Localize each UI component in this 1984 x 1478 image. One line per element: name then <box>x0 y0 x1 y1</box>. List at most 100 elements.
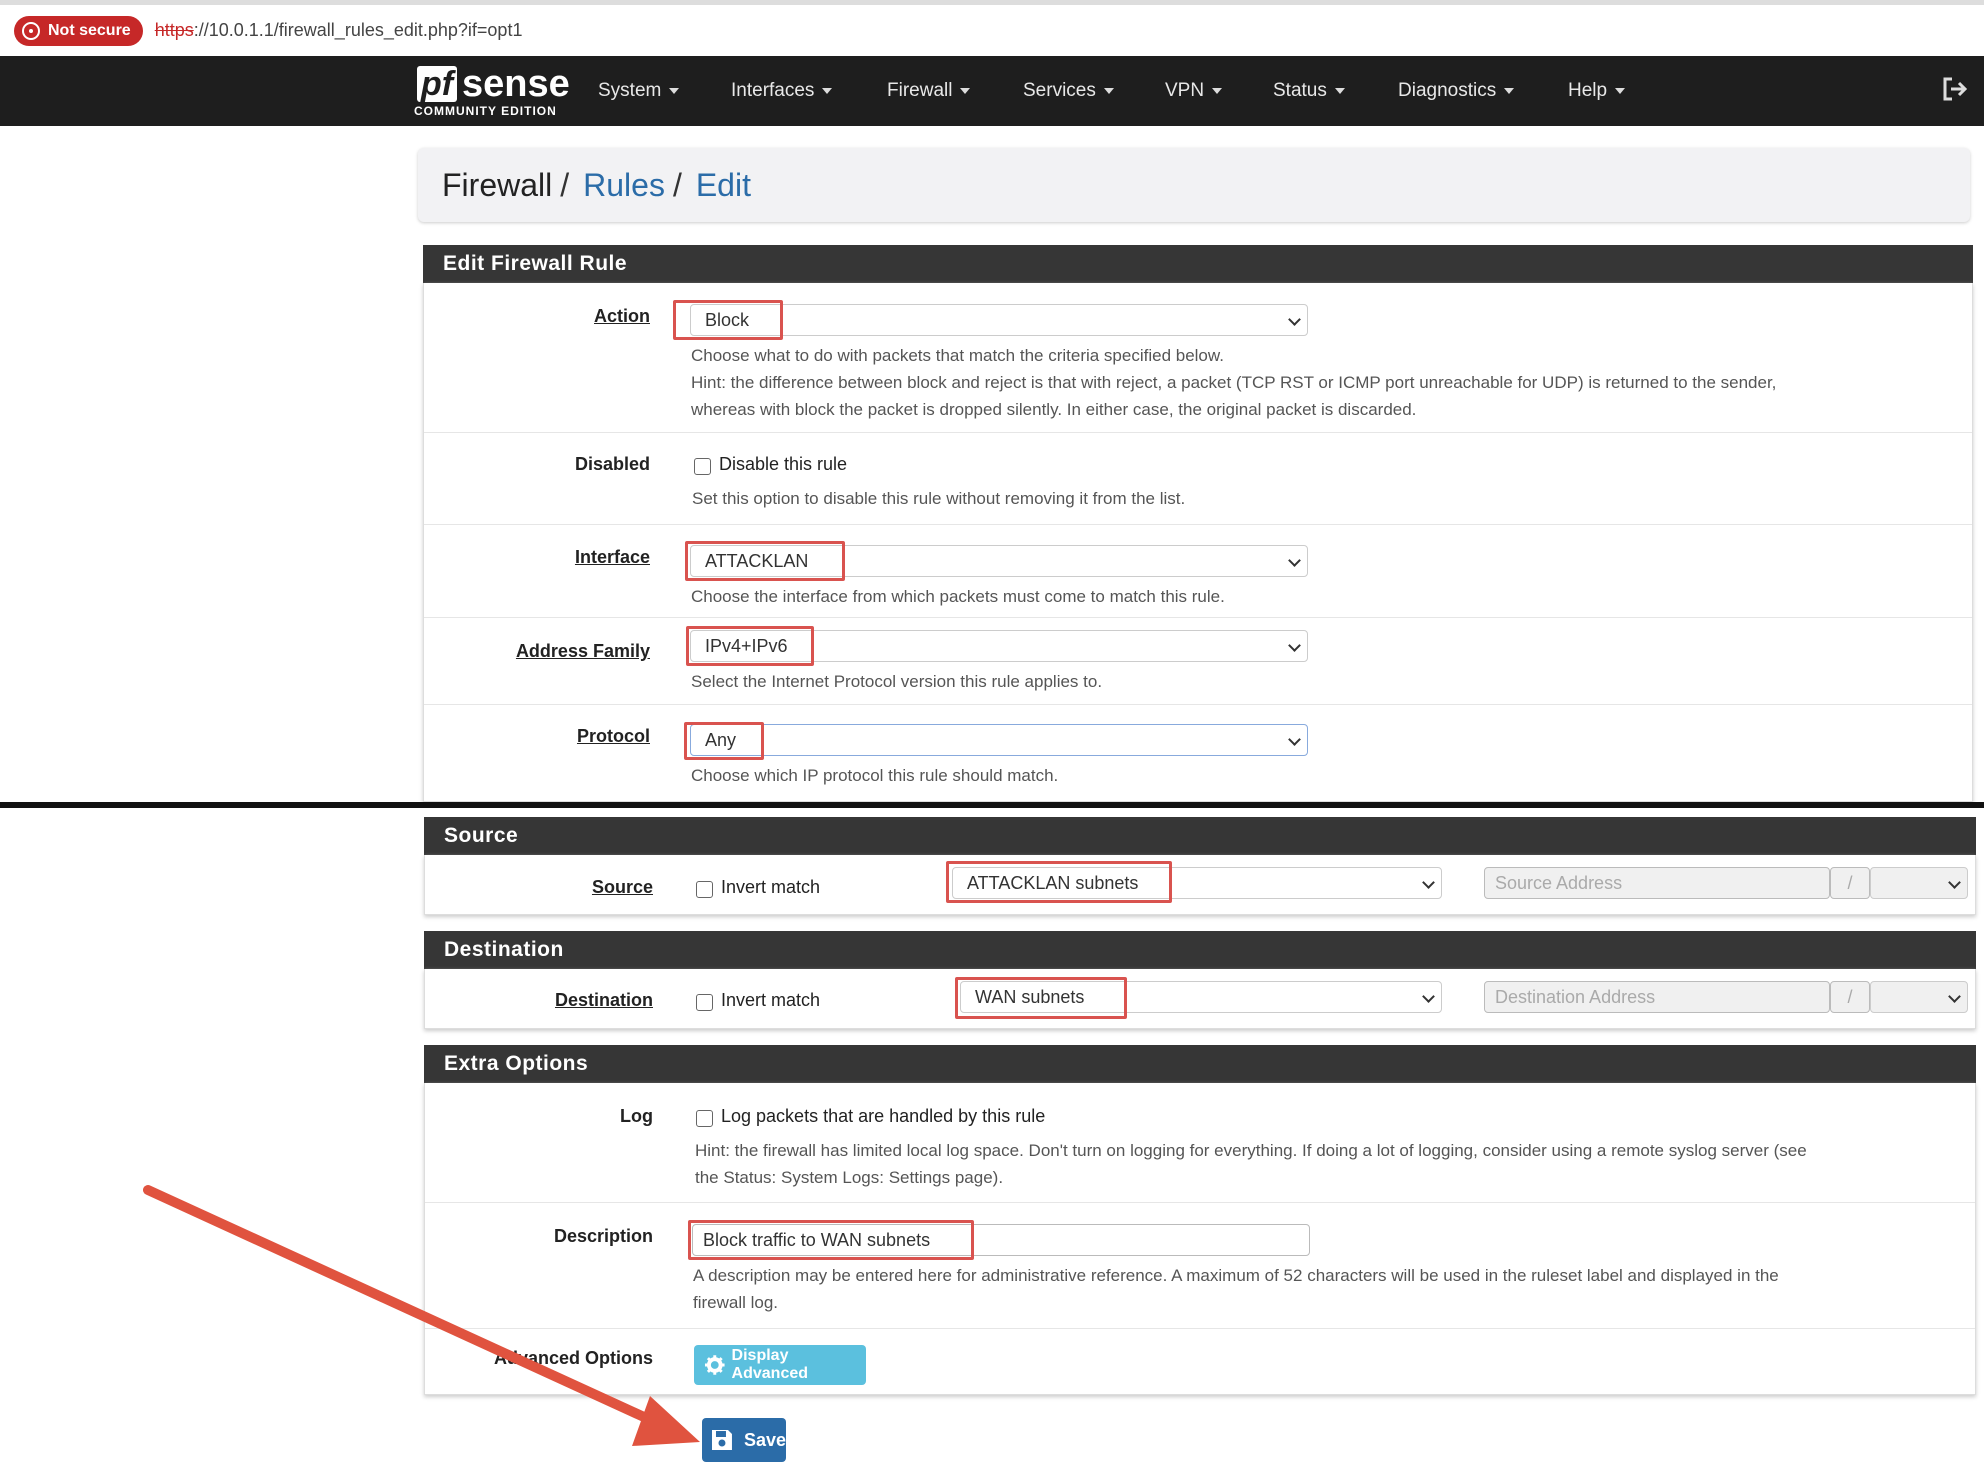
chevron-down-icon <box>1422 990 1435 1003</box>
chevron-down-icon <box>1422 876 1435 889</box>
menu-label: Firewall <box>887 80 953 101</box>
source-invert-checkbox[interactable] <box>696 881 713 898</box>
highlight-box <box>673 300 783 340</box>
source-mask-select[interactable] <box>1870 867 1968 899</box>
chevron-down-icon <box>1288 733 1301 746</box>
url-path: ://10.0.1.1/firewall_rules_edit.php?if=o… <box>193 20 523 40</box>
logo-pf: pf <box>417 66 458 102</box>
action-label[interactable]: Action <box>540 306 650 327</box>
menu-label: Interfaces <box>731 80 815 101</box>
chevron-down-icon <box>1288 313 1301 326</box>
breadcrumb-separator: / <box>672 166 682 203</box>
menu-vpn[interactable]: VPN <box>1165 56 1223 126</box>
breadcrumb-firewall: Firewall <box>442 166 553 203</box>
action-help: Choose what to do with packets that matc… <box>691 342 1961 423</box>
menu-interfaces[interactable]: Interfaces <box>731 56 833 126</box>
browser-address-bar[interactable]: Not secure https://10.0.1.1/firewall_rul… <box>0 0 1984 56</box>
protocol-label[interactable]: Protocol <box>520 726 650 747</box>
menu-label: Services <box>1023 80 1096 101</box>
description-help: A description may be entered here for ad… <box>693 1262 1958 1316</box>
chevron-down-icon <box>1288 639 1301 652</box>
chevron-down-icon <box>1288 554 1301 567</box>
breadcrumb-separator: / <box>560 166 570 203</box>
menu-label: System <box>598 80 662 101</box>
address-family-help: Select the Internet Protocol version thi… <box>691 672 1103 691</box>
not-secure-badge[interactable]: Not secure <box>14 15 143 46</box>
destination-address-placeholder: Destination Address <box>1495 986 1656 1007</box>
menu-help[interactable]: Help <box>1568 56 1626 126</box>
slash-label: / <box>1847 872 1853 893</box>
row-divider <box>425 1202 1975 1203</box>
row-divider <box>424 704 1972 705</box>
source-label[interactable]: Source <box>540 877 653 898</box>
log-label: Log <box>620 1106 653 1126</box>
caret-down-icon <box>669 88 680 94</box>
row-divider <box>424 432 1972 433</box>
source-address-input[interactable]: Source Address <box>1484 867 1830 899</box>
source-invert-label[interactable]: Invert match <box>721 877 820 898</box>
breadcrumb-rules-link[interactable]: Rules <box>583 167 665 204</box>
highlight-box <box>946 861 1172 903</box>
destination-label[interactable]: Destination <box>500 990 653 1011</box>
description-help-line: firewall log. <box>693 1293 779 1312</box>
row-divider <box>425 1328 1975 1329</box>
disable-rule-checkbox-label[interactable]: Disable this rule <box>719 454 847 475</box>
chevron-down-icon <box>1948 876 1961 889</box>
log-checkbox[interactable] <box>696 1110 713 1127</box>
warning-icon <box>22 21 40 40</box>
row-divider <box>424 524 1972 525</box>
destination-mask-select[interactable] <box>1870 981 1968 1013</box>
logout-icon[interactable] <box>1940 74 1970 104</box>
highlight-box <box>685 541 845 581</box>
source-address-placeholder: Source Address <box>1495 872 1623 893</box>
caret-down-icon <box>1212 88 1223 94</box>
menu-diagnostics[interactable]: Diagnostics <box>1398 56 1515 126</box>
top-navbar: pf sense COMMUNITY EDITION System Interf… <box>0 56 1984 126</box>
interface-label[interactable]: Interface <box>520 547 650 568</box>
destination-panel-header: Destination <box>424 931 1976 969</box>
disabled-label: Disabled <box>574 454 650 474</box>
caret-down-icon <box>1615 88 1626 94</box>
caret-down-icon <box>1504 88 1515 94</box>
screenshot-divider <box>0 802 1984 808</box>
address-family-label[interactable]: Address Family <box>470 641 650 662</box>
source-slash: / <box>1830 867 1870 899</box>
gear-icon <box>704 1355 725 1375</box>
source-panel-header: Source <box>424 817 1976 855</box>
display-advanced-button[interactable]: Display Advanced <box>694 1345 866 1385</box>
interface-help: Choose the interface from which packets … <box>691 587 1225 606</box>
highlight-box <box>688 1220 974 1260</box>
protocol-select[interactable]: Any <box>690 724 1308 756</box>
log-checkbox-label[interactable]: Log packets that are handled by this rul… <box>721 1106 1045 1127</box>
log-help-line: Hint: the firewall has limited local log… <box>695 1141 1807 1160</box>
menu-services[interactable]: Services <box>1023 56 1114 126</box>
menu-status[interactable]: Status <box>1273 56 1345 126</box>
disabled-help: Set this option to disable this rule wit… <box>692 489 1186 508</box>
chevron-down-icon <box>1948 990 1961 1003</box>
menu-label: Status <box>1273 80 1327 101</box>
breadcrumb-edit-link[interactable]: Edit <box>696 167 751 204</box>
display-advanced-label: Display Advanced <box>731 1347 809 1382</box>
breadcrumb: Firewall / Rules / Edit ? <box>418 148 1970 222</box>
action-help-line: whereas with block the packet is dropped… <box>691 400 1417 419</box>
description-label: Description <box>553 1226 653 1246</box>
pfsense-logo[interactable]: pf sense COMMUNITY EDITION <box>412 64 570 120</box>
action-help-line: Hint: the difference between block and r… <box>691 373 1777 392</box>
save-button[interactable]: Save <box>702 1418 786 1462</box>
caret-down-icon <box>822 88 833 94</box>
destination-invert-label[interactable]: Invert match <box>721 990 820 1011</box>
extra-options-panel-header: Extra Options <box>424 1045 1976 1083</box>
url-text[interactable]: https://10.0.1.1/firewall_rules_edit.php… <box>155 20 523 41</box>
menu-system[interactable]: System <box>598 56 680 126</box>
highlight-box <box>686 626 814 666</box>
caret-down-icon <box>960 88 971 94</box>
disable-rule-checkbox[interactable] <box>694 458 711 475</box>
destination-address-input[interactable]: Destination Address <box>1484 981 1830 1013</box>
url-scheme: https <box>154 20 194 40</box>
menu-label: Help <box>1568 80 1608 101</box>
description-help-line: A description may be entered here for ad… <box>693 1266 1779 1285</box>
slash-label: / <box>1847 986 1853 1007</box>
destination-invert-checkbox[interactable] <box>696 994 713 1011</box>
menu-firewall[interactable]: Firewall <box>887 56 971 126</box>
caret-down-icon <box>1334 88 1345 94</box>
